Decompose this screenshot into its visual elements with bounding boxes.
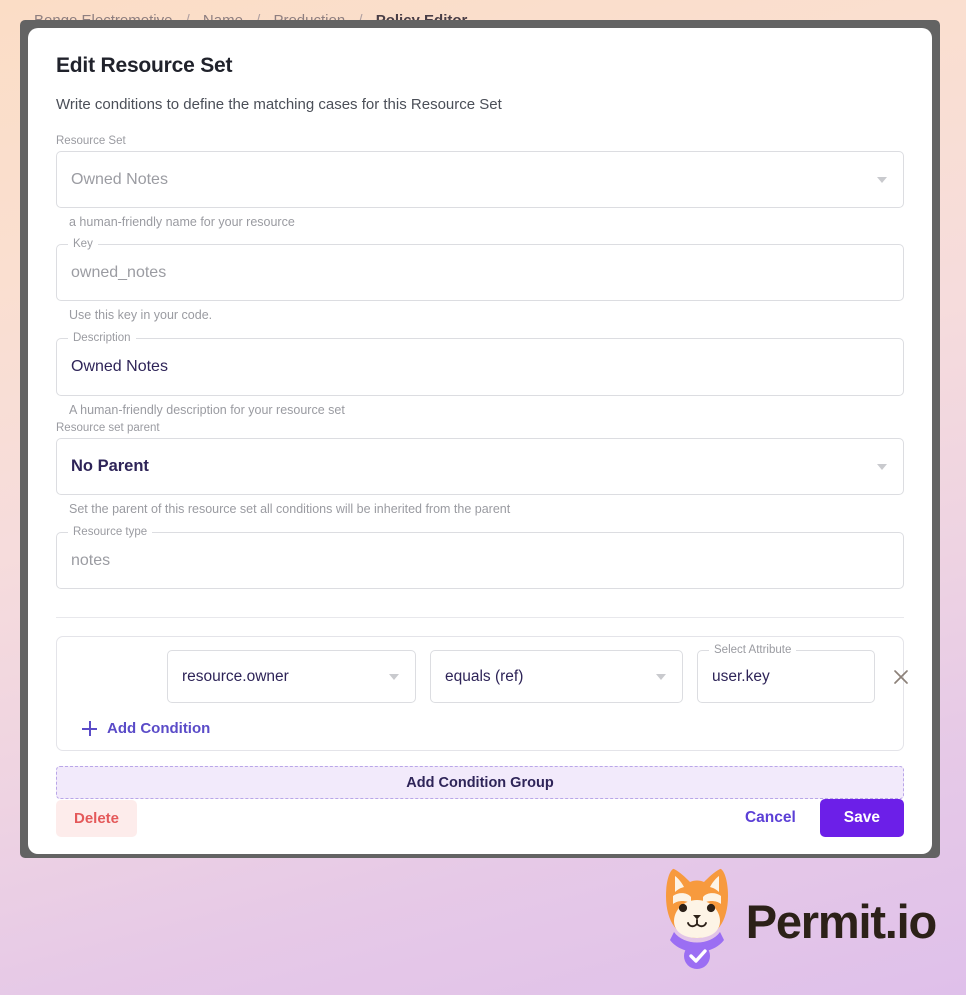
edit-resource-set-dialog: Edit Resource Set Write conditions to de…: [28, 28, 932, 854]
chevron-down-icon: [877, 463, 887, 470]
close-icon[interactable]: [892, 662, 910, 692]
field-resource-set: Resource Set Owned Notes a human-friendl…: [56, 135, 904, 229]
parent-value: No Parent: [71, 457, 149, 475]
permit-logo: Permit.io: [660, 866, 938, 977]
plus-icon: [82, 721, 97, 736]
resource-set-value: Owned Notes: [71, 170, 168, 188]
field-resource-type: Resource type notes: [56, 526, 904, 589]
resource-type-input[interactable]: Resource type notes: [56, 526, 904, 589]
key-value: owned_notes: [71, 263, 167, 281]
add-condition-label: Add Condition: [107, 720, 211, 737]
resource-set-select[interactable]: Owned Notes: [56, 151, 904, 208]
field-description: Description Owned Notes A human-friendly…: [56, 332, 904, 417]
field-description-label: Description: [68, 332, 136, 345]
permit-wordmark: Permit.io: [745, 895, 938, 948]
condition-attribute-select[interactable]: Select Attribute user.key: [697, 644, 875, 703]
chevron-down-icon: [877, 176, 887, 183]
condition-operator-value: equals (ref): [445, 667, 524, 685]
save-button[interactable]: Save: [819, 799, 904, 837]
dialog-title: Edit Resource Set: [56, 54, 233, 77]
dialog-footer: Delete Cancel Save: [28, 782, 932, 854]
field-resource-set-helper: a human-friendly name for your resource: [69, 215, 295, 229]
condition-subject-select[interactable]: resource.owner: [167, 650, 416, 703]
chevron-down-icon: [389, 673, 399, 680]
description-input[interactable]: Description Owned Notes: [56, 332, 904, 396]
key-input[interactable]: Key owned_notes: [56, 238, 904, 301]
footer-actions: Cancel Save: [737, 799, 904, 837]
field-parent-label: Resource set parent: [56, 422, 160, 434]
delete-button[interactable]: Delete: [56, 799, 138, 837]
condition-attribute-label: Select Attribute: [709, 644, 797, 657]
add-condition-button[interactable]: Add Condition: [82, 720, 210, 737]
field-key-helper: Use this key in your code.: [69, 308, 213, 322]
field-parent-helper: Set the parent of this resource set all …: [69, 502, 511, 516]
chevron-down-icon: [656, 673, 666, 680]
field-resource-type-label: Resource type: [68, 526, 153, 539]
condition-row: resource.owner equals (ref) Select Attri…: [71, 644, 908, 703]
field-key: Key owned_notes Use this key in your cod…: [56, 238, 904, 322]
resource-set-parent-select[interactable]: No Parent: [56, 438, 904, 495]
field-resource-set-parent: Resource set parent No Parent Set the pa…: [56, 422, 904, 516]
description-value: Owned Notes: [71, 358, 168, 375]
field-description-helper: A human-friendly description for your re…: [69, 403, 345, 417]
condition-subject-value: resource.owner: [182, 667, 289, 685]
shiba-dog-icon: [660, 866, 734, 977]
condition-attribute-value: user.key: [712, 667, 770, 685]
section-divider: [56, 617, 904, 618]
field-resource-set-label: Resource Set: [56, 135, 126, 147]
cancel-button[interactable]: Cancel: [737, 799, 804, 837]
condition-operator-select[interactable]: equals (ref): [430, 650, 683, 703]
condition-group: resource.owner equals (ref) Select Attri…: [56, 636, 908, 751]
dialog-subtitle: Write conditions to define the matching …: [56, 96, 502, 113]
resource-type-value: notes: [71, 551, 111, 569]
field-key-label: Key: [68, 238, 98, 251]
